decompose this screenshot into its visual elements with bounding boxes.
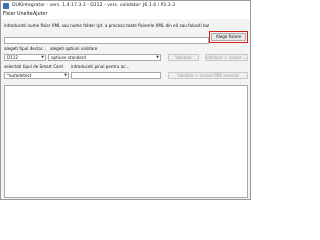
smart-card-value: *autodetect	[7, 73, 32, 78]
document-type-label: alegeti tipul declar...	[4, 46, 46, 51]
app-window: DUKIntegrator - vers. 1.4.17.3.3 - D112 …	[0, 0, 251, 200]
pin-label: introduceti pinul pentru ac...	[71, 64, 130, 69]
instructions-text: introduceti nume fisier XML sau nume fol…	[4, 23, 209, 28]
chevron-down-icon: ▼	[156, 55, 159, 59]
chevron-down-icon: ▼	[64, 73, 67, 77]
validation-options-value: optiune standard	[51, 55, 87, 60]
menu-ajutor[interactable]: Ajutor	[33, 12, 47, 17]
menu-fisier[interactable]: Fisier	[3, 12, 16, 17]
menu-unelte[interactable]: Unelte	[17, 12, 33, 17]
chevron-down-icon: ▼	[41, 55, 44, 59]
validate-create-button[interactable]: Validare + creare ...	[205, 54, 248, 61]
sign-pdf-button[interactable]: Validare + creare PDF semnat	[168, 72, 248, 79]
validate-button[interactable]: Validare	[168, 54, 199, 61]
document-type-value: D112	[7, 55, 18, 60]
document-type-select[interactable]: D112 ▼	[4, 54, 46, 61]
choose-files-button[interactable]: Alege fisiere	[211, 33, 246, 41]
validation-options-label: alegeti optiuni validare	[50, 46, 98, 51]
menu-bar: Fisier Unelte Ajutor	[1, 11, 250, 19]
output-area[interactable]	[4, 85, 248, 198]
validation-options-select[interactable]: optiune standard ▼	[48, 54, 161, 61]
window-title: DUKIntegrator - vers. 1.4.17.3.3 - D112 …	[12, 3, 176, 8]
smart-card-select[interactable]: *autodetect ▼	[4, 72, 69, 79]
pin-input[interactable]	[71, 72, 161, 79]
title-bar: DUKIntegrator - vers. 1.4.17.3.3 - D112 …	[1, 1, 250, 11]
file-path-input[interactable]	[4, 37, 209, 44]
app-icon	[3, 3, 9, 9]
smart-card-label: selectati tipul de Smart Card	[4, 64, 63, 69]
